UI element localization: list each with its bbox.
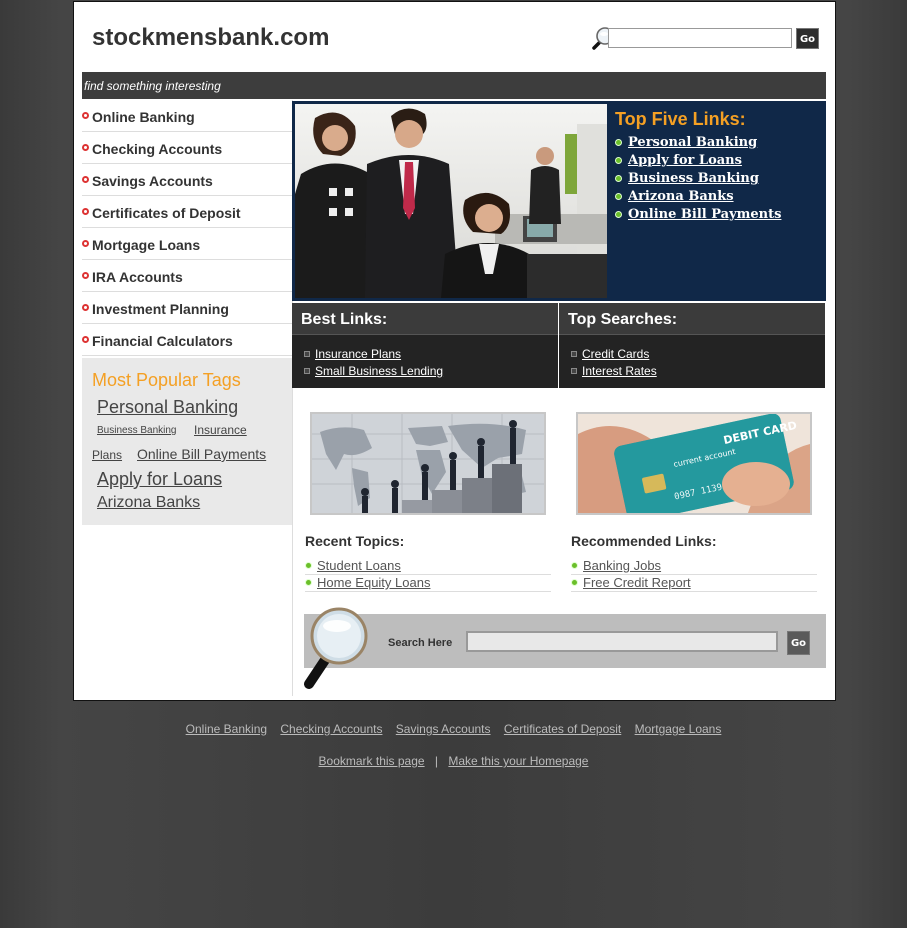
tag-apply-for-loans[interactable]: Apply for Loans [97, 469, 222, 490]
sidebar-item-investment-planning[interactable]: Investment Planning [82, 292, 292, 324]
recent-topic-item[interactable]: Student Loans [305, 557, 551, 575]
sidebar-item-certificates-of-deposit[interactable]: Certificates of Deposit [82, 196, 292, 228]
bottom-search-input[interactable] [466, 631, 778, 652]
green-bullet-icon [615, 211, 622, 218]
red-bullet-icon [82, 208, 89, 215]
red-bullet-icon [82, 304, 89, 311]
top-searches-panel: Top Searches: Credit Cards Interest Rate… [559, 303, 825, 388]
recommended-link[interactable]: Banking Jobs [583, 558, 661, 573]
debit-card-image: DEBIT CARD current account 0987 1139 987 [576, 412, 812, 515]
green-bullet-icon [571, 562, 578, 569]
popular-tags-box: Most Popular Tags Personal Banking Busin… [82, 358, 292, 525]
green-bullet-icon [615, 139, 622, 146]
tag-arizona-banks[interactable]: Arizona Banks [97, 494, 200, 512]
sidebar-item-label: Checking Accounts [92, 141, 223, 157]
green-bullet-icon [305, 562, 312, 569]
popular-tags-title: Most Popular Tags [92, 370, 241, 390]
red-bullet-icon [82, 336, 89, 343]
best-links-title: Best Links: [292, 303, 558, 335]
footer-link-checking-accounts[interactable]: Checking Accounts [280, 722, 382, 736]
square-bullet-icon [304, 351, 310, 357]
sidebar-item-label: Certificates of Deposit [92, 205, 241, 221]
world-map-growth-image [310, 412, 546, 515]
red-bullet-icon [82, 240, 89, 247]
tagline-bar: find something interesting [82, 72, 826, 99]
header-search-go-button[interactable]: Go [796, 28, 819, 49]
tag-insurance[interactable]: Insurance [194, 423, 247, 437]
sidebar-item-mortgage-loans[interactable]: Mortgage Loans [82, 228, 292, 260]
square-bullet-icon [571, 368, 577, 374]
top-five-title: Top Five Links: [615, 109, 746, 129]
recommended-link-item[interactable]: Free Credit Report [571, 574, 817, 592]
sidebar-item-label: Online Banking [92, 109, 195, 125]
recent-topic-item[interactable]: Home Equity Loans [305, 574, 551, 592]
top-search-link[interactable]: Interest Rates [582, 364, 657, 378]
office-team-photo [295, 104, 607, 298]
top-five-link[interactable]: Apply for Loans [628, 153, 742, 168]
square-bullet-icon [571, 351, 577, 357]
recommended-link[interactable]: Free Credit Report [583, 575, 691, 590]
recent-topics-title: Recent Topics: [305, 533, 405, 549]
main-container: stockmensbank.com Go find something inte… [73, 1, 836, 701]
bottom-search-go-button[interactable]: Go [787, 631, 810, 655]
red-bullet-icon [82, 144, 89, 151]
bookmark-link[interactable]: Bookmark this page [319, 754, 425, 768]
sidebar: Online Banking Checking Accounts Savings… [82, 100, 292, 356]
sidebar-item-checking-accounts[interactable]: Checking Accounts [82, 132, 292, 164]
bottom-search-label: Search Here [388, 637, 453, 649]
sidebar-item-ira-accounts[interactable]: IRA Accounts [82, 260, 292, 292]
red-bullet-icon [82, 272, 89, 279]
red-bullet-icon [82, 112, 89, 119]
green-bullet-icon [305, 579, 312, 586]
footer-utility-links: Bookmark this page | Make this your Home… [0, 754, 907, 768]
recommended-links-title: Recommended Links: [571, 533, 717, 549]
sidebar-item-online-banking[interactable]: Online Banking [82, 100, 292, 132]
recommended-link-item[interactable]: Banking Jobs [571, 557, 817, 575]
green-bullet-icon [571, 579, 578, 586]
top-five-link[interactable]: Personal Banking [628, 135, 757, 150]
square-bullet-icon [304, 368, 310, 374]
red-bullet-icon [82, 176, 89, 183]
sidebar-item-label: IRA Accounts [92, 269, 183, 285]
header-search-input[interactable] [608, 28, 792, 48]
green-bullet-icon [615, 175, 622, 182]
footer-link-online-banking[interactable]: Online Banking [186, 722, 267, 736]
top-five-link[interactable]: Business Banking [628, 171, 759, 186]
footer-separator: | [434, 754, 439, 768]
top-searches-title: Top Searches: [559, 303, 825, 335]
green-bullet-icon [615, 193, 622, 200]
site-title[interactable]: stockmensbank.com [92, 24, 329, 52]
header-search: Go [592, 26, 819, 51]
top-search-link[interactable]: Credit Cards [582, 347, 649, 361]
footer-link-mortgage-loans[interactable]: Mortgage Loans [635, 722, 722, 736]
sidebar-item-label: Mortgage Loans [92, 237, 201, 253]
sidebar-item-label: Savings Accounts [92, 173, 213, 189]
tag-business-banking[interactable]: Business Banking [97, 425, 177, 436]
green-bullet-icon [615, 157, 622, 164]
best-links-panel: Best Links: Insurance Plans Small Busine… [292, 303, 558, 388]
tag-personal-banking[interactable]: Personal Banking [97, 397, 238, 418]
links-band: Best Links: Insurance Plans Small Busine… [292, 303, 826, 388]
best-link[interactable]: Small Business Lending [315, 364, 443, 378]
tag-plans[interactable]: Plans [92, 448, 122, 462]
bottom-search-bar: Search Here Go [304, 614, 826, 668]
sidebar-item-label: Financial Calculators [92, 333, 233, 349]
best-link[interactable]: Insurance Plans [315, 347, 401, 361]
sidebar-item-financial-calculators[interactable]: Financial Calculators [82, 324, 292, 356]
magnifier-icon [304, 607, 368, 689]
top-five-link[interactable]: Online Bill Payments [628, 207, 781, 222]
tag-online-bill-payments[interactable]: Online Bill Payments [137, 446, 266, 462]
footer-nav: Online Banking Checking Accounts Savings… [0, 722, 907, 736]
recent-topic-link[interactable]: Home Equity Loans [317, 575, 430, 590]
sidebar-item-label: Investment Planning [92, 301, 229, 317]
top-five-link[interactable]: Arizona Banks [628, 189, 734, 204]
hero-banner: Top Five Links: Personal Banking Apply f… [292, 101, 826, 301]
sidebar-item-savings-accounts[interactable]: Savings Accounts [82, 164, 292, 196]
footer-link-savings-accounts[interactable]: Savings Accounts [396, 722, 491, 736]
footer-link-certificates-of-deposit[interactable]: Certificates of Deposit [504, 722, 621, 736]
recent-topic-link[interactable]: Student Loans [317, 558, 401, 573]
make-homepage-link[interactable]: Make this your Homepage [448, 754, 588, 768]
